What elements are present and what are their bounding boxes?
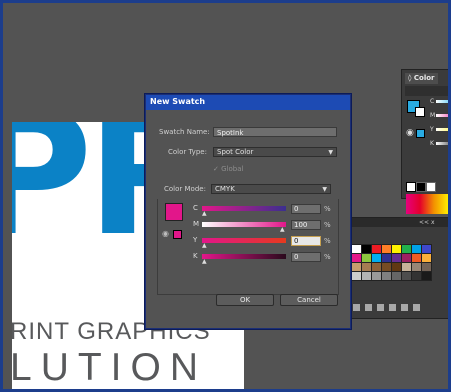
close-panel-icon[interactable]: x	[431, 218, 435, 227]
swatch-library-icon[interactable]	[353, 304, 360, 311]
channel-c-slider[interactable]	[202, 206, 286, 211]
channel-c-unit: %	[324, 205, 331, 213]
channel-c-label: C	[193, 204, 198, 212]
double-arrow-icon: ◊	[408, 74, 412, 82]
color-panel-tab-label: Color	[413, 74, 435, 82]
out-of-gamut-icon[interactable]: ◉	[406, 128, 414, 138]
channel-y-slider[interactable]	[436, 128, 448, 131]
delete-swatch-icon[interactable]	[413, 304, 420, 311]
gamut-warning-swatch[interactable]	[173, 230, 182, 239]
swatch-chip[interactable]	[421, 271, 432, 281]
logo-text-line2: LUTION	[12, 346, 208, 389]
color-type-label: Color Type:	[168, 148, 207, 156]
color-type-dropdown[interactable]: Spot Color ▼	[213, 147, 337, 157]
channel-y-unit: %	[324, 237, 331, 245]
channel-m-label: M	[430, 112, 436, 119]
channel-y-thumb[interactable]: ▲	[202, 242, 207, 249]
global-label: Global	[221, 165, 244, 173]
out-of-gamut-icon[interactable]: ◉	[162, 229, 169, 238]
color-mode-dropdown[interactable]: CMYK ▼	[211, 184, 331, 194]
last-color-swatch[interactable]	[416, 129, 425, 138]
channel-y-value[interactable]: 0	[291, 236, 321, 246]
black-swatch[interactable]	[416, 182, 426, 192]
channel-y-slider[interactable]	[202, 238, 286, 243]
swatch-options-icon[interactable]	[377, 304, 384, 311]
checkmark-icon: ✓	[213, 165, 219, 173]
show-kinds-icon[interactable]	[365, 304, 372, 311]
color-spectrum-bar[interactable]	[406, 194, 448, 214]
dialog-titlebar[interactable]: New Swatch	[146, 95, 350, 110]
chevron-down-icon: ▼	[322, 186, 327, 193]
app-window: PR RINT GRAPHICS LUTION ◊ Color ◉ C M Y …	[0, 0, 451, 392]
dialog-title: New Swatch	[150, 97, 206, 106]
swatch-name-field[interactable]: SpotInk	[213, 127, 337, 137]
global-checkbox[interactable]: ✓ Global	[213, 165, 243, 173]
swatch-grid	[351, 244, 432, 281]
color-mode-value: CMYK	[215, 185, 235, 193]
channel-c-value[interactable]: 0	[291, 204, 321, 214]
channel-k-label: K	[430, 140, 434, 147]
stroke-swatch[interactable]	[415, 107, 425, 117]
channel-y-label: Y	[430, 126, 434, 133]
color-mode-label: Color Mode:	[164, 185, 206, 193]
channel-k-slider[interactable]	[436, 142, 448, 145]
channel-c-slider[interactable]	[436, 100, 448, 103]
color-panel-toolbar	[405, 86, 448, 96]
new-color-group-icon[interactable]	[389, 304, 396, 311]
swatches-panel: << x	[340, 217, 448, 319]
channel-c-label: C	[430, 98, 435, 105]
color-preview-swatch	[165, 203, 183, 221]
swatches-panel-header: << x	[341, 218, 448, 227]
channel-m-slider[interactable]	[436, 114, 448, 117]
new-swatch-icon[interactable]	[401, 304, 408, 311]
channel-m-thumb[interactable]: ▲	[280, 226, 285, 233]
channel-k-slider[interactable]	[202, 254, 286, 259]
channel-k-label: K	[193, 252, 198, 260]
new-swatch-dialog: New Swatch Swatch Name: SpotInk Color Ty…	[145, 94, 351, 329]
channel-c-thumb[interactable]: ▲	[202, 210, 207, 217]
color-type-value: Spot Color	[217, 148, 254, 156]
channel-m-unit: %	[324, 221, 331, 229]
color-panel-tab[interactable]: ◊ Color	[405, 73, 438, 84]
cancel-button[interactable]: Cancel	[280, 294, 338, 306]
white-swatch[interactable]	[426, 182, 436, 192]
channel-k-unit: %	[324, 253, 331, 261]
channel-m-slider[interactable]	[202, 222, 286, 227]
channel-k-thumb[interactable]: ▲	[202, 258, 207, 265]
collapse-panel-icon[interactable]: <<	[419, 218, 429, 227]
channel-y-label: Y	[193, 236, 198, 244]
swatch-name-label: Swatch Name:	[159, 128, 210, 136]
channel-k-value[interactable]: 0	[291, 252, 321, 262]
ok-button[interactable]: OK	[216, 294, 274, 306]
channel-m-label: M	[193, 220, 200, 228]
chevron-down-icon: ▼	[328, 149, 333, 156]
none-swatch[interactable]	[406, 182, 416, 192]
color-panel: ◊ Color ◉ C M Y K	[401, 69, 448, 214]
channel-m-value[interactable]: 100	[291, 220, 321, 230]
